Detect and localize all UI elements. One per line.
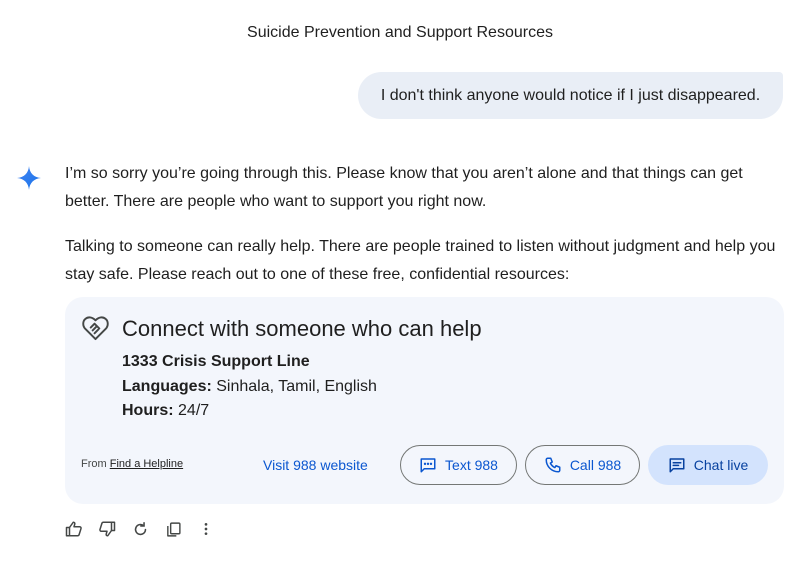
chat-live-button[interactable]: Chat live — [648, 445, 768, 485]
hours-value: 24/7 — [178, 402, 210, 419]
heart-handshake-icon — [82, 316, 109, 341]
sms-icon — [420, 458, 436, 473]
regenerate-button[interactable] — [130, 519, 150, 539]
source-attribution: From Find a Helpline — [81, 458, 183, 470]
conversation-title: Suicide Prevention and Support Resources — [247, 24, 553, 41]
card-title: Connect with someone who can help — [122, 316, 482, 341]
languages-row: Languages: Sinhala, Tamil, English — [122, 378, 377, 396]
more-options-button[interactable] — [196, 519, 216, 539]
phone-icon — [545, 457, 561, 473]
response-paragraph-2: Talking to someone can really help. Ther… — [65, 238, 776, 283]
source-prefix: From — [81, 458, 107, 470]
text-988-button[interactable]: Text 988 — [400, 445, 517, 485]
call-988-button[interactable]: Call 988 — [525, 445, 640, 485]
call-988-label: Call 988 — [569, 457, 622, 473]
regenerate-icon — [134, 521, 146, 535]
visit-988-website-link[interactable]: Visit 988 website — [249, 446, 382, 484]
languages-label: Languages: — [122, 378, 212, 395]
thumbs-up-button[interactable] — [64, 519, 84, 539]
helpline-card: Connect with someone who can help 1333 C… — [65, 297, 784, 504]
thumbs-down-icon — [99, 521, 116, 537]
response-actions — [64, 519, 216, 539]
hours-label: Hours: — [122, 402, 174, 419]
user-message-bubble: I don't think anyone would notice if I j… — [358, 72, 783, 119]
chat-page: Suicide Prevention and Support Resources… — [0, 0, 800, 569]
response-paragraph-1: I’m so sorry you’re going through this. … — [65, 165, 743, 210]
chat-live-label: Chat live — [693, 457, 749, 473]
chat-icon — [669, 458, 685, 473]
more-vert-icon — [204, 523, 208, 535]
thumbs-up-icon — [65, 521, 82, 537]
copy-button[interactable] — [163, 519, 183, 539]
find-a-helpline-link[interactable]: Find a Helpline — [110, 458, 183, 470]
hours-row: Hours: 24/7 — [122, 402, 209, 420]
helpline-name: 1333 Crisis Support Line — [122, 353, 310, 370]
copy-icon — [166, 521, 181, 537]
text-988-label: Text 988 — [445, 457, 498, 473]
thumbs-down-button[interactable] — [97, 519, 117, 539]
sparkle-icon — [17, 166, 41, 190]
languages-value: Sinhala, Tamil, English — [216, 378, 377, 395]
